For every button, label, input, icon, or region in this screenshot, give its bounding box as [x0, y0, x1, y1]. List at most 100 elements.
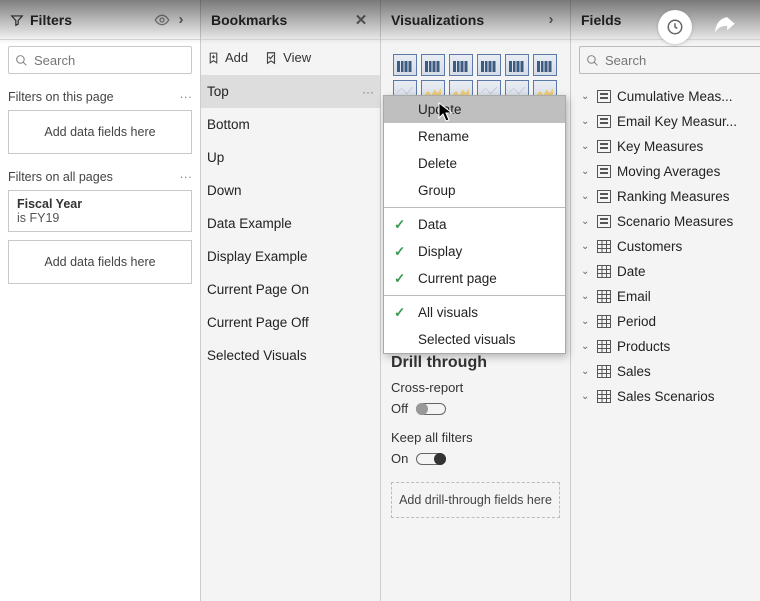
- bookmark-more-icon[interactable]: ···: [362, 85, 374, 99]
- bookmark-item-label: Data Example: [207, 216, 292, 231]
- measure-icon: [597, 115, 611, 128]
- viz-clustered-column-icon[interactable]: [477, 54, 501, 76]
- context-menu-item[interactable]: ✓Current page: [384, 265, 565, 292]
- filters-search[interactable]: [8, 46, 192, 74]
- field-item[interactable]: ⌄Customers: [579, 234, 760, 259]
- context-menu-label: Data: [418, 217, 447, 232]
- field-item-label: Ranking Measures: [617, 189, 760, 204]
- view-bookmark-button[interactable]: View: [264, 50, 311, 65]
- viz-stacked-bar-icon[interactable]: [393, 54, 417, 76]
- context-menu-item[interactable]: Update: [384, 96, 565, 123]
- filter-card-name: Fiscal Year: [17, 197, 183, 211]
- bookmark-item-label: Top: [207, 84, 229, 99]
- bookmark-item[interactable]: Down: [201, 174, 380, 207]
- filters-all-label: Filters on all pages: [8, 170, 113, 184]
- check-icon: ✓: [394, 217, 405, 233]
- field-item-label: Cumulative Meas...: [617, 89, 760, 104]
- field-item-label: Scenario Measures: [617, 214, 760, 229]
- field-item[interactable]: ⌄ Email Key Measur...: [579, 109, 760, 134]
- chevron-down-icon: ⌄: [581, 116, 591, 127]
- bookmark-item[interactable]: Current Page On: [201, 273, 380, 306]
- bookmarks-pane: Bookmarks ✕ Add View Top ··· BottomUpDown D…: [200, 0, 380, 601]
- field-item[interactable]: ⌄Products: [579, 334, 760, 359]
- field-item[interactable]: ⌄Sales: [579, 359, 760, 384]
- chevron-down-icon: ⌄: [581, 91, 591, 102]
- field-item[interactable]: ⌄Date: [579, 259, 760, 284]
- visibility-icon[interactable]: [154, 12, 172, 28]
- add-bookmark-button[interactable]: Add: [207, 50, 248, 65]
- viz-clustered-bar-icon[interactable]: [449, 54, 473, 76]
- filters-page-more-icon[interactable]: ···: [180, 90, 193, 104]
- field-item[interactable]: ⌄Ranking Measures: [579, 184, 760, 209]
- bookmarks-title: Bookmarks: [211, 12, 352, 28]
- menu-separator: [384, 207, 565, 208]
- bookmark-context-menu: Update RenameDelete Group ✓ Data ✓Display✓Cur…: [383, 95, 566, 354]
- bookmark-item[interactable]: Bottom: [201, 108, 380, 141]
- field-item[interactable]: ⌄ Cumulative Meas...: [579, 84, 760, 109]
- bookmark-item[interactable]: Up: [201, 141, 380, 174]
- context-menu-item[interactable]: ✓All visuals: [384, 299, 565, 326]
- filters-pane: Filters › Filters on this page ··· Add d…: [0, 0, 200, 601]
- field-item-label: Sales Scenarios: [617, 389, 760, 404]
- bookmark-item-label: Current Page On: [207, 282, 309, 297]
- fields-search[interactable]: [579, 46, 760, 74]
- check-icon: ✓: [394, 244, 405, 260]
- table-icon: [597, 240, 611, 253]
- visualizations-title: Visualizations: [391, 12, 542, 28]
- table-icon: [597, 315, 611, 328]
- context-menu-item[interactable]: ✓ Data: [384, 211, 565, 238]
- table-icon: [597, 340, 611, 353]
- context-menu-item[interactable]: Group: [384, 177, 565, 204]
- keep-filters-state: On: [391, 451, 408, 466]
- field-item-label: Email: [617, 289, 760, 304]
- context-menu-item[interactable]: Delete: [384, 150, 565, 177]
- context-menu-item[interactable]: Rename: [384, 123, 565, 150]
- context-menu-label: Selected visuals: [418, 332, 516, 347]
- bookmark-item[interactable]: Display Example: [201, 240, 380, 273]
- bookmark-item-label: Display Example: [207, 249, 308, 264]
- context-menu-item[interactable]: ✓Display: [384, 238, 565, 265]
- field-item[interactable]: ⌄ Scenario Measures: [579, 209, 760, 234]
- viz-100-stacked-bar-icon[interactable]: [505, 54, 529, 76]
- close-icon[interactable]: ✕: [352, 11, 370, 29]
- drillthrough-dropzone[interactable]: Add drill-through fields here: [391, 482, 560, 518]
- filters-all-dropzone[interactable]: Add data fields here: [8, 240, 192, 284]
- bookmark-item[interactable]: Selected Visuals: [201, 339, 380, 372]
- field-item-label: Moving Averages: [617, 164, 760, 179]
- field-item[interactable]: ⌄Email: [579, 284, 760, 309]
- table-icon: [597, 265, 611, 278]
- history-button[interactable]: [658, 10, 692, 44]
- bookmark-item[interactable]: Current Page Off: [201, 306, 380, 339]
- bookmark-item[interactable]: Data Example: [201, 207, 380, 240]
- field-item[interactable]: ⌄ Moving Averages: [579, 159, 760, 184]
- share-button[interactable]: [708, 10, 742, 44]
- field-item-label: Sales: [617, 364, 760, 379]
- filter-card[interactable]: Fiscal Year is FY19: [8, 190, 192, 232]
- viz-stacked-column-icon[interactable]: [421, 54, 445, 76]
- chevron-down-icon: ⌄: [581, 141, 591, 152]
- bookmark-item[interactable]: Top ···: [201, 75, 380, 108]
- measure-icon: [597, 165, 611, 178]
- chevron-down-icon: ⌄: [581, 216, 591, 227]
- table-icon: [597, 390, 611, 403]
- field-item[interactable]: ⌄Key Measures: [579, 134, 760, 159]
- table-icon: [597, 290, 611, 303]
- chevron-down-icon: ⌄: [581, 166, 591, 177]
- keep-filters-toggle[interactable]: On: [391, 451, 446, 466]
- expand-icon[interactable]: ›: [542, 11, 560, 28]
- filters-page-label: Filters on this page: [8, 90, 114, 104]
- context-menu-label: Group: [418, 183, 456, 198]
- field-item[interactable]: ⌄Sales Scenarios: [579, 384, 760, 409]
- filters-all-more-icon[interactable]: ···: [180, 170, 193, 184]
- filters-page-dropzone[interactable]: Add data fields here: [8, 110, 192, 154]
- context-menu-item[interactable]: Selected visuals: [384, 326, 565, 353]
- field-item-label: Email Key Measur...: [617, 114, 760, 129]
- expand-icon[interactable]: ›: [172, 11, 190, 28]
- filters-search-input[interactable]: [34, 53, 200, 68]
- cross-report-toggle[interactable]: Off: [391, 401, 446, 416]
- viz-100-stacked-column-icon[interactable]: [533, 54, 557, 76]
- field-item[interactable]: ⌄Period: [579, 309, 760, 334]
- fields-search-input[interactable]: [605, 53, 760, 68]
- field-item-label: Customers: [617, 239, 760, 254]
- context-menu-label: Update: [418, 102, 462, 117]
